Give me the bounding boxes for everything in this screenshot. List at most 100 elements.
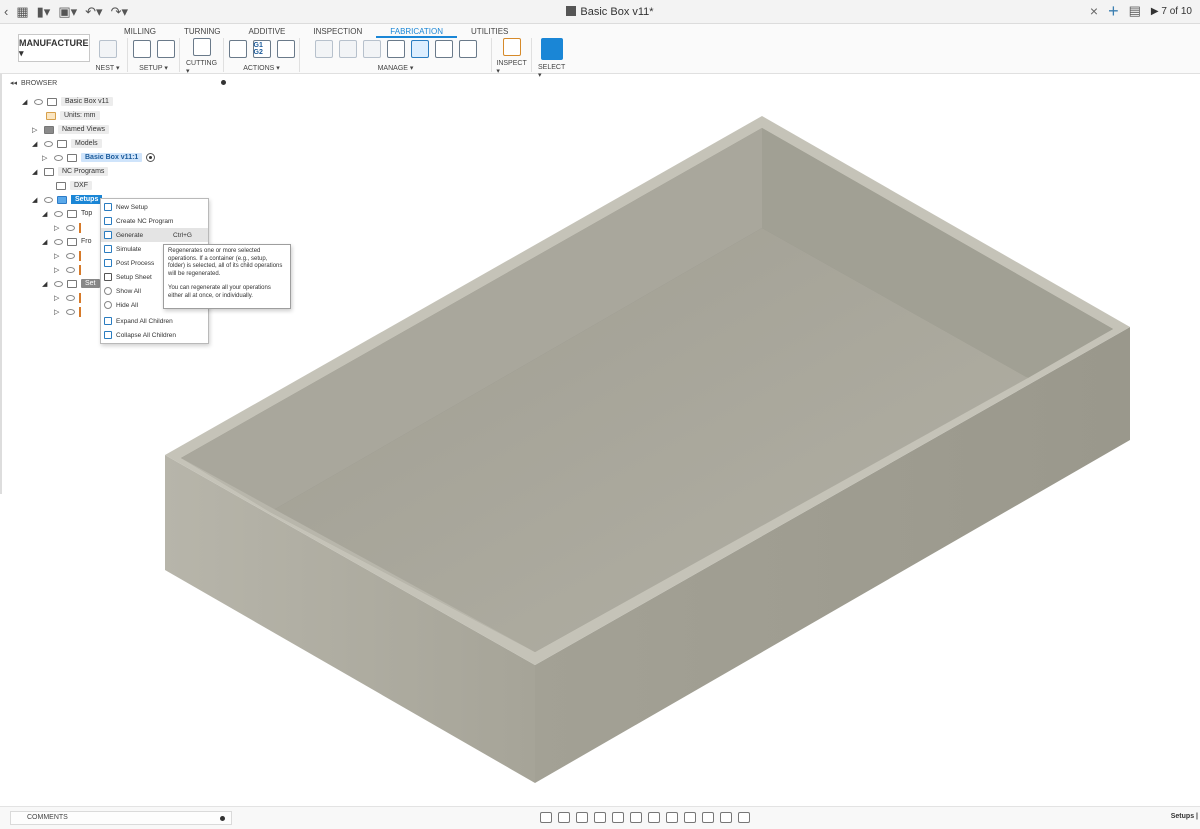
expanded-triangle-icon[interactable]: ◢ — [32, 196, 40, 204]
tab-turning[interactable]: TURNING — [170, 26, 234, 38]
grid-icon[interactable] — [648, 812, 660, 823]
menu-item-create-nc-program[interactable]: Create NC Program — [101, 214, 208, 228]
look-at-icon[interactable] — [558, 812, 570, 823]
visibility-eye-icon[interactable] — [44, 140, 53, 147]
collapse-browser-icon[interactable]: ◂◂ — [10, 79, 17, 87]
tree-item-named-views[interactable]: ▷ Named Views — [32, 123, 110, 136]
inspect-group-label[interactable]: INSPECT ▾ — [496, 60, 526, 75]
activate-radio-icon[interactable] — [146, 153, 156, 162]
collapsed-triangle-icon[interactable]: ▷ — [42, 154, 50, 162]
cutting-group-label[interactable]: CUTTING ▾ — [186, 60, 217, 75]
workspace-switcher[interactable]: MANUFACTURE ▾ — [18, 34, 90, 62]
pan-icon[interactable] — [576, 812, 588, 823]
post-library-icon[interactable] — [362, 40, 381, 58]
nc-file-icon[interactable] — [434, 40, 453, 58]
save-icon[interactable]: ▣▾ — [58, 4, 77, 20]
app-grid-icon[interactable]: ▦ — [16, 4, 28, 20]
setup-group-label[interactable]: SETUP ▾ — [139, 64, 168, 72]
expanded-triangle-icon[interactable]: ◢ — [42, 280, 50, 288]
menu-item-new-setup[interactable]: New Setup — [101, 200, 208, 214]
filter-icon[interactable] — [738, 812, 750, 823]
expanded-triangle-icon[interactable]: ◢ — [22, 98, 30, 106]
rotate-icon[interactable] — [702, 812, 714, 823]
tree-item-operation[interactable]: ▷ — [54, 249, 87, 262]
tree-item-dxf[interactable]: DXF — [56, 179, 92, 192]
select-arrow-icon[interactable] — [541, 38, 563, 60]
manage-more-icon[interactable] — [458, 40, 477, 58]
tree-item-root[interactable]: ◢ Basic Box v11 — [22, 95, 113, 108]
undo-icon[interactable]: ↶▾ — [85, 4, 102, 20]
display-settings-icon[interactable] — [630, 812, 642, 823]
tool-library-icon[interactable] — [314, 40, 333, 58]
tab-inspection[interactable]: INSPECTION — [299, 26, 376, 38]
comments-pin-icon[interactable] — [220, 816, 225, 821]
tree-item-model-occurrence[interactable]: ▷ Basic Box v11:1 — [42, 151, 156, 164]
tab-fabrication[interactable]: FABRICATION — [376, 26, 458, 38]
setup-sheet-icon[interactable] — [276, 40, 295, 58]
notifications-icon[interactable]: ▤ — [1129, 3, 1141, 19]
box-model[interactable] — [0, 74, 1200, 806]
visibility-eye-icon[interactable] — [66, 224, 75, 231]
nest-group-label[interactable]: NEST ▾ — [95, 64, 119, 72]
fit-icon[interactable] — [612, 812, 624, 823]
viewports-icon[interactable] — [666, 812, 678, 823]
menu-item-generate[interactable]: Generate Ctrl+G — [101, 228, 208, 242]
cutting-icon[interactable] — [192, 38, 211, 56]
manage-group-label[interactable]: MANAGE ▾ — [378, 64, 414, 72]
collapsed-triangle-icon[interactable]: ▷ — [54, 308, 62, 316]
nc-program-icon[interactable] — [156, 40, 175, 58]
redo-icon[interactable]: ↷▾ — [111, 4, 128, 20]
tab-utilities[interactable]: UTILITIES — [457, 26, 522, 38]
collapsed-triangle-icon[interactable]: ▷ — [54, 224, 62, 232]
tab-milling[interactable]: MILLING — [110, 26, 170, 38]
file-icon[interactable]: ▮▾ — [37, 4, 51, 20]
collapsed-triangle-icon[interactable]: ▷ — [54, 266, 62, 274]
section-icon[interactable] — [684, 812, 696, 823]
zoom-icon[interactable] — [594, 812, 606, 823]
template-library-icon[interactable] — [338, 40, 357, 58]
visibility-eye-icon[interactable] — [54, 210, 63, 217]
expanded-triangle-icon[interactable]: ◢ — [32, 168, 40, 176]
version-count[interactable]: ▶ 7 of 10 — [1151, 6, 1192, 17]
tree-item-units[interactable]: Units: mm — [46, 109, 100, 122]
collapsed-triangle-icon[interactable]: ▷ — [54, 294, 62, 302]
visibility-eye-icon[interactable] — [54, 238, 63, 245]
machine-library-icon[interactable] — [386, 40, 405, 58]
orbit-icon[interactable] — [540, 812, 552, 823]
tree-item-setups[interactable]: ◢ Setups — [32, 193, 103, 206]
tree-item-setup-top[interactable]: ◢ Top — [42, 207, 92, 220]
visibility-eye-icon[interactable] — [54, 280, 63, 287]
browser-pin-icon[interactable] — [221, 80, 226, 85]
menu-item-collapse-all[interactable]: Collapse All Children — [101, 328, 208, 342]
visibility-eye-icon[interactable] — [66, 266, 75, 273]
browser-header[interactable]: ◂◂ BROWSER — [10, 77, 232, 89]
visibility-eye-icon[interactable] — [54, 154, 63, 161]
tree-item-nc-programs[interactable]: ◢ NC Programs — [32, 165, 109, 178]
tree-item-setup-front[interactable]: ◢ Fro — [42, 235, 92, 248]
post-process-icon[interactable]: G1 G2 — [252, 40, 271, 58]
visual-style-icon[interactable] — [720, 812, 732, 823]
tab-additive[interactable]: ADDITIVE — [234, 26, 299, 38]
simulate-icon[interactable] — [228, 40, 247, 58]
setup-folder-icon[interactable] — [132, 40, 151, 58]
close-tab-icon[interactable]: × — [1090, 3, 1098, 19]
back-chevron-icon[interactable]: ‹ — [4, 4, 8, 20]
tree-item-operation[interactable]: ▷ — [54, 305, 87, 318]
comments-panel[interactable]: COMMENTS — [10, 811, 232, 825]
visibility-eye-icon[interactable] — [44, 196, 53, 203]
actions-group-label[interactable]: ACTIONS ▾ — [243, 64, 280, 72]
tree-item-operation[interactable]: ▷ — [54, 221, 87, 234]
visibility-eye-icon[interactable] — [66, 294, 75, 301]
tree-item-operation[interactable]: ▷ — [54, 263, 87, 276]
tree-item-models[interactable]: ◢ Models — [32, 137, 102, 150]
collapsed-triangle-icon[interactable]: ▷ — [32, 126, 40, 134]
new-tab-icon[interactable]: + — [1108, 2, 1119, 20]
expanded-triangle-icon[interactable]: ◢ — [42, 238, 50, 246]
task-manager-icon[interactable] — [410, 40, 429, 58]
menu-item-expand-all[interactable]: Expand All Children — [101, 314, 208, 328]
tree-item-operation[interactable]: ▷ — [54, 291, 87, 304]
measure-icon[interactable] — [502, 38, 521, 56]
expanded-triangle-icon[interactable]: ◢ — [42, 210, 50, 218]
tree-item-setup-third[interactable]: ◢ Set — [42, 277, 100, 290]
collapsed-triangle-icon[interactable]: ▷ — [54, 252, 62, 260]
